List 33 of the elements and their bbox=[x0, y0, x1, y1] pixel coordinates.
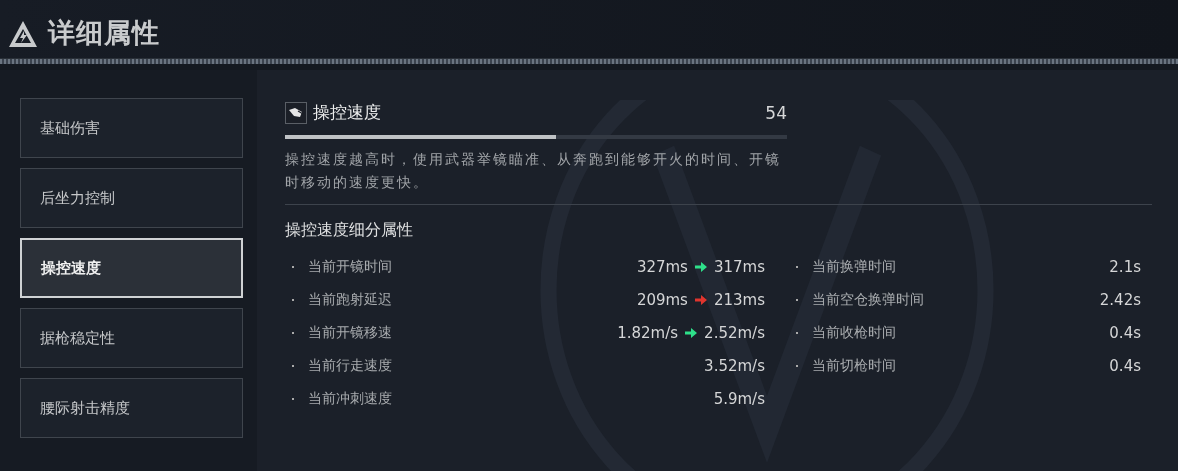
new-value: 2.52m/s bbox=[704, 323, 765, 342]
attribute-value: 0.4s bbox=[1109, 323, 1141, 342]
old-value: 327ms bbox=[636, 257, 688, 276]
sidebar-tab[interactable]: 腰际射击精度 bbox=[20, 378, 243, 438]
attribute-label: 当前跑射延迟 bbox=[308, 290, 392, 309]
attribute-label: 当前开镜移速 bbox=[308, 323, 392, 342]
attribute-value: 5.9m/s bbox=[713, 389, 765, 408]
sidebar-tab[interactable]: 据枪稳定性 bbox=[20, 308, 243, 368]
new-value: 317ms bbox=[713, 257, 765, 276]
old-value: 1.82m/s bbox=[617, 323, 679, 342]
attribute-label: 当前切枪时间 bbox=[812, 356, 896, 375]
sidebar-tab[interactable]: 操控速度 bbox=[20, 238, 243, 298]
attribute-label: 当前开镜时间 bbox=[308, 257, 392, 276]
attribute-label: 当前冲刺速度 bbox=[308, 389, 392, 408]
old-value: 209ms bbox=[636, 290, 688, 309]
stat-name: 操控速度 bbox=[313, 101, 381, 124]
attribute-label: 当前行走速度 bbox=[308, 356, 392, 375]
stat-value: 54 bbox=[765, 102, 787, 123]
triangle-logo-icon bbox=[8, 20, 38, 48]
attribute-value: 3.52m/s bbox=[704, 356, 765, 375]
hand-icon bbox=[285, 101, 307, 124]
section-title: 操控速度细分属性 bbox=[285, 220, 414, 241]
sidebar-tab[interactable]: 后坐力控制 bbox=[20, 168, 243, 228]
page-title: 详细属性 bbox=[48, 16, 160, 50]
attribute-label: 当前收枪时间 bbox=[812, 323, 896, 342]
sidebar-tab[interactable]: 基础伤害 bbox=[20, 98, 243, 158]
attribute-value: 0.4s bbox=[1109, 356, 1141, 375]
attribute-label: 当前空仓换弹时间 bbox=[812, 290, 924, 309]
attribute-value: 2.1s bbox=[1109, 257, 1141, 276]
attribute-value: 2.42s bbox=[1099, 290, 1141, 309]
new-value: 213ms bbox=[713, 290, 765, 309]
stat-description: 操控速度越高时，使用武器举镜瞄准、从奔跑到能够开火的时间、开镜时移动的速度更快。 bbox=[285, 150, 782, 192]
attribute-label: 当前换弹时间 bbox=[812, 257, 896, 276]
